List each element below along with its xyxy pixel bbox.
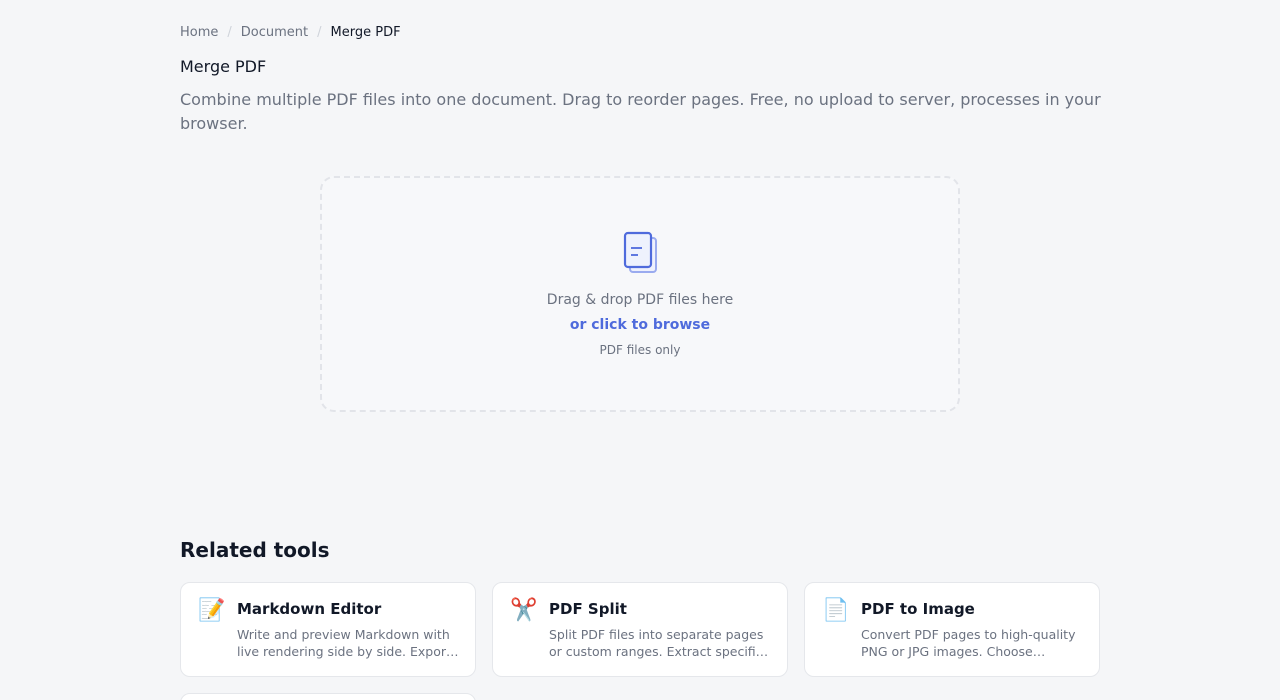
breadcrumb-separator: / (227, 25, 232, 40)
breadcrumb-document[interactable]: Document (241, 25, 308, 40)
memo-icon: 📝 (198, 598, 226, 623)
page-title: Merge PDF (180, 57, 267, 76)
page-icon: 📄 (822, 598, 850, 623)
card-description: Write and preview Markdown with live ren… (237, 627, 451, 659)
breadcrumb-separator: / (317, 25, 322, 40)
scissors-icon: ✂️ (510, 598, 538, 623)
page: Home / Document / Merge PDF Merge PDF Co… (0, 0, 1280, 700)
related-tool-card-markdown-editor[interactable]: 📝 Markdown Editor Write and preview Mark… (180, 582, 476, 677)
page-description: Combine multiple PDF files into one docu… (180, 90, 1101, 133)
related-tool-card-pdf-to-image[interactable]: 📄 PDF to Image Convert PDF pages to high… (804, 582, 1100, 677)
card-description: Split PDF files into separate pages or c… (549, 627, 764, 659)
card-title: PDF Split (549, 600, 627, 618)
breadcrumb-home[interactable]: Home (180, 25, 218, 40)
card-description: Convert PDF pages to high-quality PNG or… (861, 627, 1076, 659)
breadcrumb-current: Merge PDF (330, 25, 401, 40)
pdf-dropzone[interactable]: Drag & drop PDF files here or click to b… (320, 176, 960, 412)
breadcrumb: Home / Document / Merge PDF (180, 25, 401, 40)
related-tool-card-partial[interactable] (180, 693, 476, 700)
dropzone-primary-text: Drag & drop PDF files here (546, 292, 734, 308)
document-stack-icon (623, 231, 657, 273)
card-title: Markdown Editor (237, 600, 382, 618)
dropzone-hint: PDF files only (599, 343, 681, 357)
card-title: PDF to Image (861, 600, 975, 618)
related-tools-heading: Related tools (180, 538, 330, 562)
related-tool-card-pdf-split[interactable]: ✂️ PDF Split Split PDF files into separa… (492, 582, 788, 677)
browse-link[interactable]: or click to browse (322, 317, 958, 333)
